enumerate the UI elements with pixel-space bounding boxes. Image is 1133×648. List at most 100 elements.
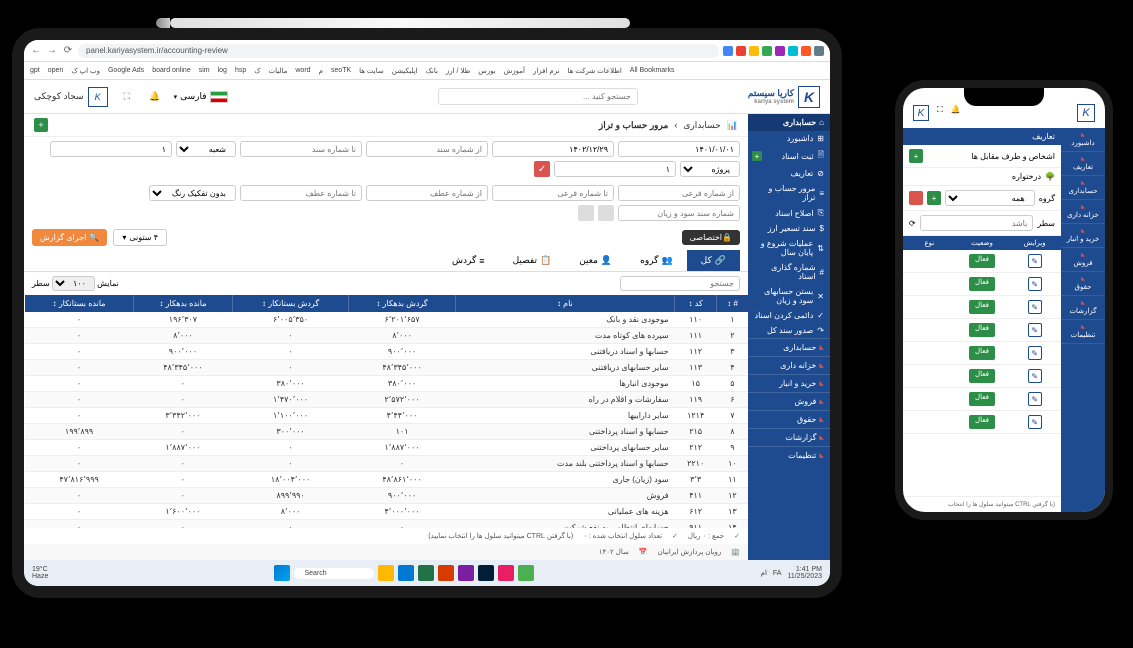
gray-toggle[interactable] bbox=[598, 205, 614, 221]
sidebar-item[interactable]: #شماره گذاری اسناد bbox=[748, 260, 830, 284]
phone-row[interactable]: ✎فعال bbox=[903, 365, 1061, 388]
phone-sidebar-item[interactable]: ◣فروش bbox=[1061, 248, 1105, 272]
phone-row[interactable]: ✎فعال bbox=[903, 296, 1061, 319]
app-icon[interactable] bbox=[438, 565, 454, 581]
bookmark-item[interactable]: آموزش bbox=[504, 67, 525, 75]
to-doc[interactable] bbox=[240, 141, 362, 157]
doc-pl[interactable] bbox=[618, 205, 740, 221]
to-ref[interactable] bbox=[240, 185, 362, 201]
filter-label[interactable]: اشخاص و طرف مقابل ها bbox=[927, 152, 1055, 161]
project-val[interactable] bbox=[554, 161, 676, 177]
plus-badge[interactable]: + bbox=[752, 151, 762, 161]
taskbar-search[interactable]: Search bbox=[294, 568, 374, 579]
gray-toggle-2[interactable] bbox=[578, 205, 594, 221]
sidebar-item[interactable]: ≡مرور حساب و تراز bbox=[748, 181, 830, 205]
branch-val[interactable] bbox=[50, 141, 172, 157]
sidebar-item[interactable]: 🗎ثبت اسناد+ bbox=[748, 146, 830, 166]
bookmark-item[interactable]: sim bbox=[199, 67, 210, 74]
col-header[interactable]: کد ↕ bbox=[675, 295, 717, 312]
bookmark-item[interactable]: gpt bbox=[30, 67, 40, 74]
sidebar-group[interactable]: ◣خرید و انبار bbox=[748, 374, 830, 392]
table-row[interactable]: ۱۱۱۰موجودی نقد و بانک۶٬۲۰۱٬۶۵۷۶٬۰۰۵٬۳۵۰۱… bbox=[25, 312, 749, 328]
bookmark-item[interactable]: نرم افزار bbox=[533, 67, 560, 75]
table-row[interactable]: ۵۱۵موجودی انبارها۳۸۰٬۰۰۰۳۸۰٬۰۰۰۰۰ bbox=[25, 376, 749, 392]
phone-sidebar-item[interactable]: ◣خرید و انبار bbox=[1061, 224, 1105, 248]
app-icon[interactable] bbox=[478, 565, 494, 581]
sidebar-item[interactable]: ⎘اصلاح اسناد bbox=[748, 205, 830, 221]
bookmark-item[interactable]: اپلیکیشن bbox=[392, 67, 418, 75]
phone-sidebar-item[interactable]: ◣حقوق bbox=[1061, 272, 1105, 296]
phone-sidebar-item[interactable]: ◣داشبورد bbox=[1061, 128, 1105, 152]
refresh-icon[interactable]: ⟳ bbox=[909, 219, 916, 228]
sidebar-group[interactable]: ◣گزارشات bbox=[748, 428, 830, 446]
edit-button[interactable]: ✎ bbox=[1028, 277, 1042, 291]
bell-icon[interactable]: 🔔 bbox=[951, 105, 961, 121]
sidebar-item[interactable]: ⊞داشبورد bbox=[748, 131, 830, 146]
col-status[interactable]: وضعیت bbox=[956, 236, 1009, 250]
ext-icon[interactable] bbox=[801, 46, 811, 56]
url-bar[interactable]: panel.kariyasystem.ir/accounting-review bbox=[78, 44, 719, 58]
bookmark-item[interactable]: ک bbox=[254, 67, 260, 75]
bookmark-item[interactable]: All Bookmarks bbox=[630, 67, 675, 74]
table-row[interactable]: ۱۲۴۱۱فروش۹۰۰٬۰۰۰۸۹۹٬۹۹۰۰۰ bbox=[25, 488, 749, 504]
start-button[interactable] bbox=[274, 565, 290, 581]
sidebar-group[interactable]: ◣حسابداری bbox=[748, 338, 830, 356]
table-row[interactable]: ۹۲۱۲سایر حسابهای پرداختنی۱٬۸۸۷٬۰۰۰۰۱٬۸۸۷… bbox=[25, 440, 749, 456]
sidebar-item[interactable]: $سند تسعیر ارز bbox=[748, 221, 830, 236]
from-doc[interactable] bbox=[366, 141, 488, 157]
bell-icon[interactable]: 🔔 bbox=[146, 88, 164, 106]
add-button[interactable]: + bbox=[34, 118, 48, 132]
edit-button[interactable]: ✎ bbox=[1028, 346, 1042, 360]
bookmark-item[interactable]: seoTK bbox=[331, 67, 351, 74]
ext-icon[interactable] bbox=[775, 46, 785, 56]
edit-button[interactable]: ✎ bbox=[1028, 415, 1042, 429]
sidebar-group[interactable]: ◣حقوق bbox=[748, 410, 830, 428]
sidebar-group[interactable]: ◣فروش bbox=[748, 392, 830, 410]
bookmark-item[interactable]: open bbox=[48, 67, 64, 74]
table-row[interactable]: ۷۱۲۱۴سایر داراییها۴٬۴۴٬۰۰۰۱٬۱۰۰٬۰۰۰۳٬۳۴۲… bbox=[25, 408, 749, 424]
lang-switcher[interactable]: فارسی ▾ bbox=[174, 91, 228, 103]
bookmark-item[interactable]: م bbox=[319, 67, 323, 75]
avatar[interactable]: K bbox=[913, 105, 929, 121]
color-sep[interactable]: بدون تفکیک رنگ bbox=[149, 185, 236, 201]
col-header[interactable]: # ↕ bbox=[717, 295, 748, 312]
tab-group[interactable]: 👥گروه bbox=[626, 250, 687, 271]
app-icon[interactable] bbox=[378, 565, 394, 581]
tab-detail[interactable]: 📋تفصیل bbox=[499, 250, 566, 271]
phone-tree-row[interactable]: 🌳 درختواره bbox=[903, 168, 1061, 186]
table-row[interactable]: ۲۱۱۱سپرده های کوتاه مدت۸٬۰۰۰۰۸٬۰۰۰۰ bbox=[25, 328, 749, 344]
phone-sidebar-item[interactable]: ◣گزارشات bbox=[1061, 296, 1105, 320]
app-icon[interactable] bbox=[398, 565, 414, 581]
from-date[interactable] bbox=[618, 141, 740, 157]
phone-sidebar-item[interactable]: ◣خزانه داری bbox=[1061, 200, 1105, 224]
bookmark-item[interactable]: log bbox=[218, 67, 227, 74]
phone-row[interactable]: ✎فعال bbox=[903, 342, 1061, 365]
weather-widget[interactable]: 19°C Haze bbox=[32, 566, 48, 580]
bookmark-item[interactable]: اطلاعات شرکت ها bbox=[568, 67, 622, 75]
sidebar-group[interactable]: ◣تنظیمات bbox=[748, 446, 830, 464]
expand-icon[interactable]: ⛶ bbox=[118, 88, 136, 106]
table-row[interactable]: ۸۲۱۵حسابها و اسناد پرداختنی۱۰۱۳۰۰٬۰۰۰۰۱۹… bbox=[25, 424, 749, 440]
project-select[interactable]: پروژه bbox=[680, 161, 740, 177]
branch-select[interactable]: شعبه bbox=[176, 141, 236, 157]
phone-row[interactable]: ✎فعال bbox=[903, 319, 1061, 342]
app-icon[interactable] bbox=[418, 565, 434, 581]
edit-button[interactable]: ✎ bbox=[1028, 254, 1042, 268]
sidebar-section-accounting[interactable]: ⌂ حسابداری bbox=[748, 114, 830, 131]
bookmark-item[interactable]: مالیات bbox=[269, 67, 288, 75]
ext-icon[interactable] bbox=[723, 46, 733, 56]
delete-icon[interactable] bbox=[909, 191, 923, 205]
ext-icon[interactable] bbox=[814, 46, 824, 56]
table-row[interactable]: ۱۴۹۱۱حسابهای انتظامی به نفع شرکت۰۰۰۰ bbox=[25, 520, 749, 529]
bookmark-item[interactable]: بانک bbox=[426, 67, 438, 75]
col-type[interactable]: نوع bbox=[903, 236, 956, 250]
page-size[interactable]: ۱۰۰ bbox=[52, 276, 95, 291]
bookmark-item[interactable]: board online bbox=[152, 67, 191, 74]
edit-button[interactable]: ✎ bbox=[1028, 392, 1042, 406]
edit-button[interactable]: ✎ bbox=[1028, 323, 1042, 337]
col-header[interactable]: گردش بستانکار ↕ bbox=[232, 295, 349, 312]
exclusive-button[interactable]: 🔒اختصاصی bbox=[682, 230, 740, 245]
table-row[interactable]: ۱۳۶۱۲هزینه های عملیاتی۴٬۰۰۰٬۰۰۰۸٬۰۰۰۱٬۶۰… bbox=[25, 504, 749, 520]
ext-icon[interactable] bbox=[788, 46, 798, 56]
phone-row[interactable]: ✎فعال bbox=[903, 388, 1061, 411]
